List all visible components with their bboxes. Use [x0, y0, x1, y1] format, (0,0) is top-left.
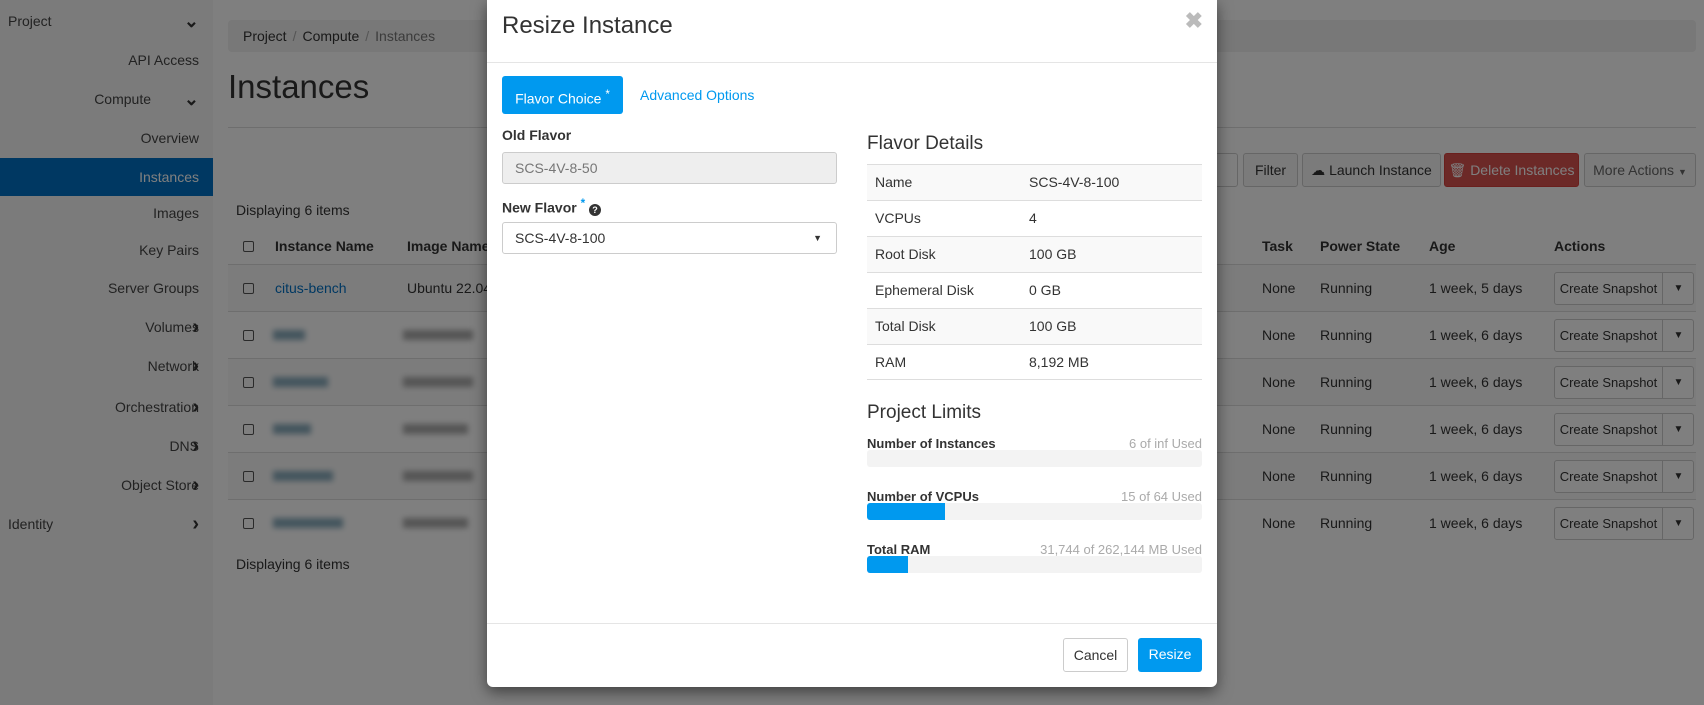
- help-icon[interactable]: ?: [589, 203, 602, 216]
- close-icon[interactable]: ✖: [1185, 8, 1203, 34]
- detail-value: 100 GB: [1029, 318, 1077, 334]
- caret-down-icon: ▼: [813, 233, 822, 243]
- detail-key: Total Disk: [875, 318, 936, 334]
- limit-progress-bar: [867, 503, 1202, 520]
- selected-flavor: SCS-4V-8-100: [515, 230, 606, 246]
- detail-value: SCS-4V-8-100: [1029, 174, 1120, 190]
- flavor-details-title: Flavor Details: [867, 133, 984, 154]
- flavor-detail-row: Name SCS-4V-8-100: [867, 164, 1202, 200]
- modal-title: Resize Instance: [502, 12, 673, 39]
- project-limits-title: Project Limits: [867, 402, 982, 423]
- flavor-detail-row: Root Disk 100 GB: [867, 236, 1202, 272]
- old-flavor-input: SCS-4V-8-50: [502, 152, 837, 184]
- cancel-button[interactable]: Cancel: [1063, 638, 1128, 672]
- limit-usage: 31,744 of 262,144 MB Used: [1040, 542, 1202, 557]
- new-flavor-label: New Flavor * ?: [502, 197, 602, 216]
- detail-key: RAM: [875, 354, 907, 370]
- limit-name: Number of VCPUs: [867, 489, 979, 504]
- limit-label: Total RAM 31,744 of 262,144 MB Used: [867, 542, 1202, 557]
- detail-value: 8,192 MB: [1029, 354, 1089, 370]
- limit-name: Total RAM: [867, 542, 931, 557]
- tab-label: Flavor Choice: [515, 90, 602, 107]
- flavor-detail-row: VCPUs 4: [867, 200, 1202, 236]
- flavor-detail-row: RAM 8,192 MB: [867, 344, 1202, 380]
- old-flavor-label: Old Flavor: [502, 127, 572, 143]
- new-flavor-text: New Flavor: [502, 199, 577, 216]
- detail-key: Name: [875, 174, 913, 190]
- limit-label: Number of VCPUs 15 of 64 Used: [867, 489, 1202, 504]
- divider: [487, 623, 1217, 624]
- detail-value: 100 GB: [1029, 246, 1077, 262]
- new-flavor-select[interactable]: SCS-4V-8-100 ▼: [502, 222, 837, 254]
- flavor-detail-row: Ephemeral Disk 0 GB: [867, 272, 1202, 308]
- tab-advanced-options[interactable]: Advanced Options: [640, 76, 754, 114]
- tab-flavor-choice[interactable]: Flavor Choice *: [502, 76, 623, 114]
- limit-progress-fill: [867, 503, 946, 520]
- required-mark: *: [605, 88, 610, 101]
- limit-usage: 15 of 64 Used: [1121, 489, 1202, 504]
- detail-key: Root Disk: [875, 246, 936, 262]
- divider: [487, 62, 1217, 63]
- detail-value: 4: [1029, 210, 1037, 226]
- limit-progress-bar: [867, 450, 1202, 467]
- limit-progress-bar: [867, 556, 1202, 573]
- detail-value: 0 GB: [1029, 282, 1061, 298]
- limit-label: Number of Instances 6 of inf Used: [867, 436, 1202, 451]
- limit-progress-fill: [867, 556, 908, 573]
- limit-name: Number of Instances: [867, 436, 996, 451]
- detail-key: VCPUs: [875, 210, 921, 226]
- required-mark: *: [580, 197, 586, 210]
- detail-key: Ephemeral Disk: [875, 282, 974, 298]
- resize-button[interactable]: Resize: [1138, 638, 1202, 672]
- resize-instance-modal: Resize Instance ✖ Flavor Choice * Advanc…: [487, 0, 1217, 687]
- limit-usage: 6 of inf Used: [1129, 436, 1202, 451]
- flavor-detail-row: Total Disk 100 GB: [867, 308, 1202, 344]
